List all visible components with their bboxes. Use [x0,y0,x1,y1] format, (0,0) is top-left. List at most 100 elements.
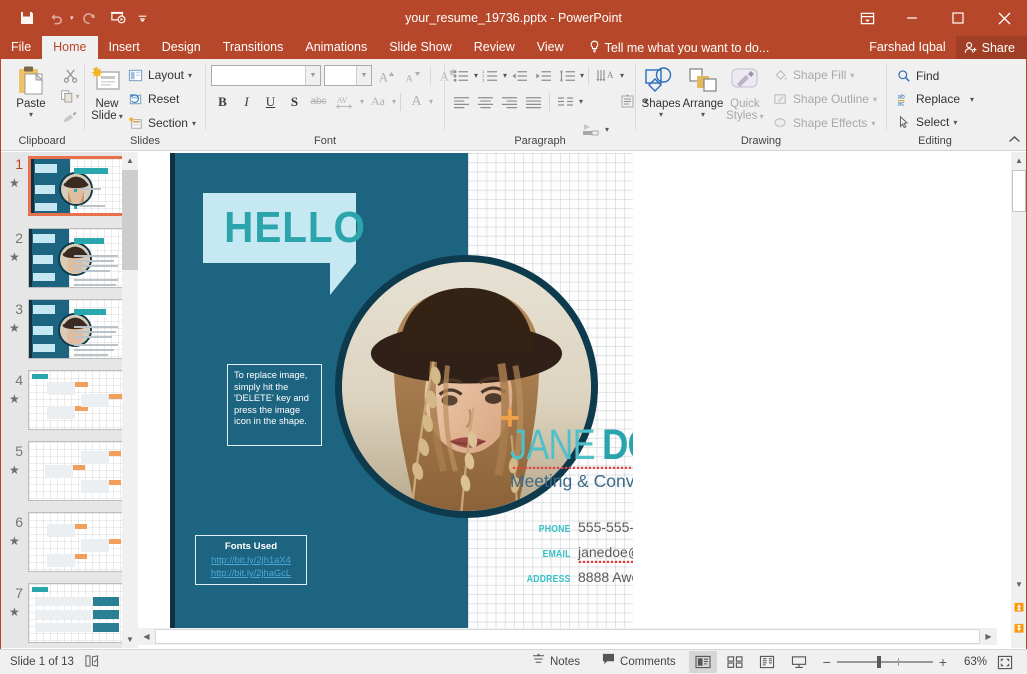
scroll-down-icon[interactable]: ▼ [122,631,138,648]
thumbnail-slide-3[interactable]: 3 ★ [0,297,138,368]
font-name-combo[interactable]: ▼ [211,65,321,86]
shapes-dropdown-icon[interactable]: ▾ [659,110,663,119]
thumbnail-image[interactable] [28,156,128,216]
previous-slide-icon[interactable]: ⏫ [1011,599,1027,616]
find-button[interactable]: Find [892,65,978,87]
line-spacing-button[interactable] [556,65,579,86]
hello-speech-bubble[interactable]: HELLO [203,193,356,263]
shapes-button[interactable]: Shapes ▾ [641,62,681,119]
horizontal-scroll-track[interactable] [155,629,980,644]
increase-font-size-button[interactable]: A [375,65,398,86]
layout-button[interactable]: Layout ▾ [124,64,200,86]
bullets-dropdown-icon[interactable]: ▾ [474,71,478,80]
zoom-in-button[interactable]: + [939,654,947,670]
shape-fill-dropdown-icon[interactable]: ▾ [850,71,854,80]
resume-name[interactable]: JANEDOE [510,421,633,470]
reset-button[interactable]: Reset [124,88,200,110]
tab-file[interactable]: File [0,36,42,59]
tab-insert[interactable]: Insert [98,36,151,59]
layout-dropdown-icon[interactable]: ▾ [188,71,192,80]
tab-review[interactable]: Review [463,36,526,59]
thumbnail-image[interactable] [28,228,128,288]
center-button[interactable] [474,91,497,112]
fit-to-window-button[interactable] [991,651,1019,673]
replace-button[interactable]: abac Replace ▾ [892,88,978,110]
scroll-up-icon[interactable]: ▲ [122,152,138,169]
thumbnail-image[interactable] [28,299,128,359]
thumbnail-slide-2[interactable]: 2 ★ [0,226,138,297]
columns-dropdown-icon[interactable]: ▾ [579,97,583,106]
text-shadow-button[interactable]: S [283,91,306,112]
change-case-dropdown-icon[interactable]: ▾ [392,97,396,106]
zoom-percentage[interactable]: 63% [957,656,987,668]
tell-me-search[interactable]: Tell me what you want to do... [575,36,770,59]
ribbon-display-options-icon[interactable] [845,0,889,36]
zoom-slider[interactable] [837,661,933,663]
section-dropdown-icon[interactable]: ▾ [192,119,196,128]
thumbnail-slide-6[interactable]: 6 ★ [0,510,138,581]
underline-button[interactable]: U [259,91,282,112]
scroll-up-icon[interactable]: ▲ [1011,152,1027,169]
section-button[interactable]: Section ▾ [124,112,200,134]
scroll-right-icon[interactable]: ▶ [980,628,997,645]
shape-fill-button[interactable]: Shape Fill ▾ [769,64,881,86]
horizontal-scrollbar[interactable]: ◀ ▶ [138,628,997,645]
line-spacing-dropdown-icon[interactable]: ▾ [580,71,584,80]
select-dropdown-icon[interactable]: ▾ [953,118,957,127]
justify-button[interactable] [522,91,545,112]
shape-outline-dropdown-icon[interactable]: ▾ [873,95,877,104]
fonts-link-1[interactable]: http://bit.ly/2jh1aX4 [196,554,306,565]
thumbnail-image[interactable] [28,512,128,572]
strikethrough-button[interactable]: abc [307,91,330,112]
arrange-button[interactable]: Arrange ▾ [681,62,725,119]
replace-dropdown-icon[interactable]: ▾ [970,95,974,104]
format-painter-icon[interactable] [57,107,83,127]
tab-transitions[interactable]: Transitions [212,36,295,59]
align-left-button[interactable] [450,91,473,112]
decrease-indent-button[interactable] [508,65,531,86]
thumbnail-slide-7[interactable]: 7 ★ [0,581,138,648]
reading-view-button[interactable] [753,651,781,673]
contact-info-block[interactable]: PHONE 555-555-1234 EMAIL janedoe@example… [500,519,633,594]
thumbnail-image[interactable] [28,583,128,643]
cut-icon[interactable] [57,65,83,85]
notes-button[interactable]: Notes [523,650,589,674]
bold-button[interactable]: B [211,91,234,112]
zoom-slider-handle[interactable] [877,656,881,668]
copy-dropdown-icon[interactable]: ▾ [75,92,79,101]
font-color-button[interactable]: A [405,91,428,112]
thumbnail-slide-5[interactable]: 5 ★ [0,439,138,510]
job-title[interactable]: Meeting & Convention Planner [510,471,633,492]
thumbnail-panel-scrollbar[interactable]: ▲ ▼ [122,152,138,648]
select-button[interactable]: Select ▾ [892,111,978,133]
tab-design[interactable]: Design [151,36,212,59]
numbering-button[interactable]: 123 [479,65,502,86]
new-slide-button[interactable]: New Slide ▾ [90,62,124,123]
scroll-down-icon[interactable]: ▼ [1011,576,1027,593]
zoom-control[interactable]: − + [817,654,953,670]
slide-show-view-button[interactable] [785,651,813,673]
minimize-icon[interactable] [889,0,935,36]
increase-indent-button[interactable] [532,65,555,86]
image-instruction-box[interactable]: To replace image, simply hit the 'DELETE… [227,364,322,446]
vertical-scroll-thumb[interactable] [1012,170,1026,212]
new-slide-dropdown-icon[interactable]: ▾ [117,112,123,121]
share-button[interactable]: Share [956,36,1027,59]
user-name[interactable]: Farshad Iqbal [859,36,955,59]
decrease-font-size-button[interactable]: A [401,65,424,86]
tab-animations[interactable]: Animations [294,36,378,59]
change-case-button[interactable]: Aa [365,91,391,112]
accessibility-check-icon[interactable] [84,654,100,671]
columns-button[interactable] [554,91,578,112]
font-name-dropdown-icon[interactable]: ▼ [305,66,320,85]
next-slide-icon[interactable]: ⏬ [1011,620,1027,637]
character-spacing-dropdown-icon[interactable]: ▾ [360,97,364,106]
slide-thumbnail-panel[interactable]: 1 ★ 2 [0,152,138,648]
copy-icon[interactable]: ▾ [57,86,83,106]
normal-view-button[interactable] [689,651,717,673]
paste-dropdown-icon[interactable]: ▾ [29,110,33,119]
thumbnail-scroll-thumb[interactable] [122,170,138,270]
font-size-combo[interactable]: ▼ [324,65,372,86]
font-size-dropdown-icon[interactable]: ▼ [356,66,371,85]
quick-styles-dropdown-icon[interactable]: ▾ [757,112,763,121]
